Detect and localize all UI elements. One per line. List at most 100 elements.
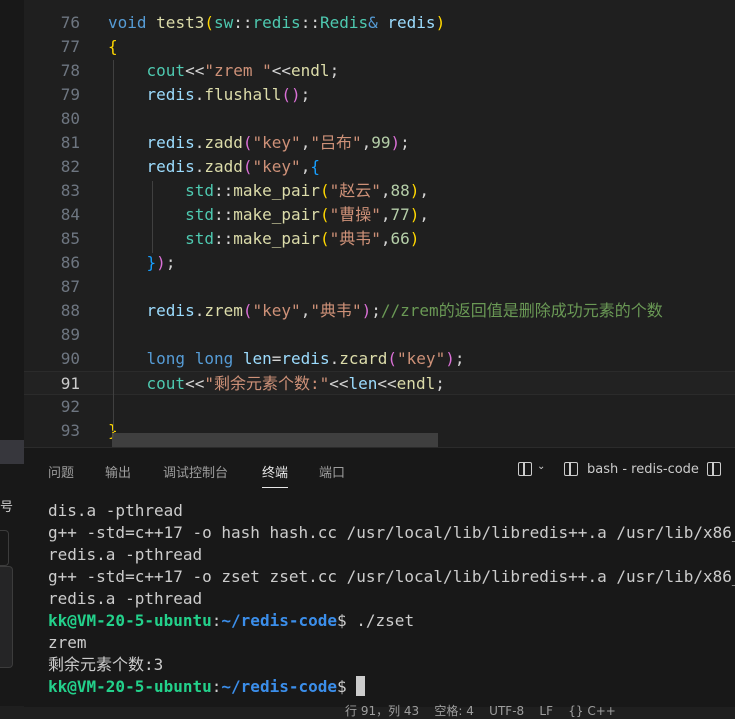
code-text: redis.zrem("key","典韦");//zrem的返回值是删除成功元素… [108, 299, 663, 323]
code-token: "key" [252, 157, 301, 176]
code-line[interactable]: 79 redis.flushall(); [24, 83, 735, 107]
code-token: , [380, 181, 391, 200]
code-token: ) [435, 13, 446, 32]
code-text: }); [108, 251, 176, 275]
terminal-line: kk@VM-20-5-ubuntu:~/redis-code$ [48, 676, 735, 698]
code-token: endl [396, 374, 436, 393]
code-text: redis.zadd("key",{ [108, 155, 320, 179]
code-token: 66 [390, 229, 410, 248]
terminal-title[interactable]: bash - redis-code [587, 462, 699, 477]
code-token: ) [409, 181, 420, 200]
code-token: :: [233, 13, 253, 32]
line-number: 76 [60, 13, 80, 32]
code-text: { [108, 35, 118, 59]
code-line[interactable]: 81 redis.zadd("key","吕布",99); [24, 131, 735, 155]
code-token: ( [387, 349, 398, 368]
code-line[interactable]: 84 std::make_pair("曹操",77), [24, 203, 735, 227]
split-layout-icon[interactable] [518, 462, 532, 476]
code-token: void [108, 13, 157, 32]
code-token: ) [445, 349, 455, 368]
code-token: ) [409, 229, 420, 248]
code-token: long long [146, 349, 243, 368]
code-token: 99 [371, 133, 391, 152]
code-token: redis [252, 13, 301, 32]
line-number: 91 [60, 374, 80, 393]
code-token: len [348, 374, 378, 393]
code-token: ) [409, 205, 420, 224]
code-token: ( [242, 157, 253, 176]
tab-ports[interactable]: 端口 [319, 462, 345, 481]
terminal-line: zrem [48, 632, 735, 654]
terminal-line: 剩余元素个数:3 [48, 654, 735, 676]
code-token: test3 [156, 13, 205, 32]
code-token: ; [435, 374, 445, 393]
code-line[interactable]: 82 redis.zadd("key",{ [24, 155, 735, 179]
tab-problems[interactable]: 问题 [48, 462, 74, 481]
code-token: zcard [339, 349, 388, 368]
prompt-path: ~/redis-code [221, 677, 337, 696]
code-line[interactable]: 90 long long len=redis.zcard("key"); [24, 347, 735, 371]
tab-debug-console[interactable]: 调试控制台 [163, 462, 228, 481]
horizontal-scrollbar-thumb[interactable] [112, 433, 438, 447]
bottom-panel: 问题 输出 调试控制台 终端 端口 ⌄ bash - redis-code di… [24, 447, 735, 707]
line-number: 92 [60, 397, 80, 416]
code-line[interactable]: 91 cout<<"剩余元素个数:"<<len<<endl; [24, 371, 735, 395]
code-token: << [377, 374, 397, 393]
tab-terminal[interactable]: 终端 [262, 462, 289, 488]
line-number: 80 [60, 109, 80, 128]
code-token: = [271, 349, 282, 368]
code-token: std [185, 181, 214, 200]
prompt-user: kk@VM-20-5-ubuntu [48, 611, 212, 630]
code-token: "吕布" [310, 133, 362, 152]
code-token: ) [390, 133, 401, 152]
code-line[interactable]: 76 void test3(sw::redis::Redis& redis) [24, 11, 735, 35]
terminal-split-icon[interactable] [564, 462, 578, 476]
sidebar-selected-item[interactable] [0, 440, 24, 464]
code-token: std [185, 229, 214, 248]
terminal-line: g++ -std=c++17 -o zset zset.cc /usr/loca… [48, 566, 735, 588]
terminal-line: redis.a -pthread [48, 544, 735, 566]
code-token: . [194, 301, 205, 320]
code-line[interactable]: 85 std::make_pair("典韦",66) [24, 227, 735, 251]
code-token: "典韦" [329, 229, 381, 248]
line-number: 89 [60, 325, 80, 344]
code-line[interactable]: 80 [24, 107, 735, 131]
activity-sidebar-strip: 号 [0, 0, 24, 706]
code-token: << [185, 61, 205, 80]
terminal-text: g++ -std=c++17 -o zset zset.cc /usr/loca… [48, 567, 735, 586]
code-token: zadd [204, 157, 243, 176]
chevron-down-icon[interactable]: ⌄ [537, 461, 545, 472]
terminal-output[interactable]: dis.a -pthread g++ -std=c++17 -o hash has… [48, 500, 735, 698]
code-line[interactable]: 83 std::make_pair("赵云",88), [24, 179, 735, 203]
terminal-text: zrem [48, 633, 87, 652]
code-token: "典韦" [310, 301, 362, 320]
code-line[interactable]: 89 [24, 323, 735, 347]
prompt-user: kk@VM-20-5-ubuntu [48, 677, 212, 696]
line-number: 77 [60, 37, 80, 56]
line-number: 78 [60, 61, 80, 80]
code-token: . [194, 85, 205, 104]
code-line[interactable]: 88 redis.zrem("key","典韦");//zrem的返回值是删除成… [24, 299, 735, 323]
prompt-dollar: $ [337, 611, 347, 630]
code-token: ) [156, 253, 166, 272]
code-token: , [300, 301, 311, 320]
code-text: std::make_pair("曹操",77), [108, 203, 429, 227]
split-terminal-icon[interactable] [707, 462, 721, 476]
code-line[interactable]: 78 cout<<"zrem "<<endl; [24, 59, 735, 83]
code-token: << [329, 374, 349, 393]
code-token: ( [242, 301, 253, 320]
code-line[interactable]: 86 }); [24, 251, 735, 275]
line-number: 88 [60, 301, 80, 320]
code-line[interactable]: 77 { [24, 35, 735, 59]
code-text: redis.flushall(); [108, 83, 311, 107]
code-line[interactable]: 87 [24, 275, 735, 299]
code-line[interactable]: 92 [24, 395, 735, 419]
code-token: ; [165, 253, 176, 272]
code-token: "曹操" [329, 205, 381, 224]
code-editor[interactable]: 76 void test3(sw::redis::Redis& redis) 77{… [24, 0, 735, 447]
code-token: 77 [390, 205, 410, 224]
tab-output[interactable]: 输出 [105, 462, 131, 481]
code-text: cout<<"zrem "<<endl; [108, 59, 340, 83]
